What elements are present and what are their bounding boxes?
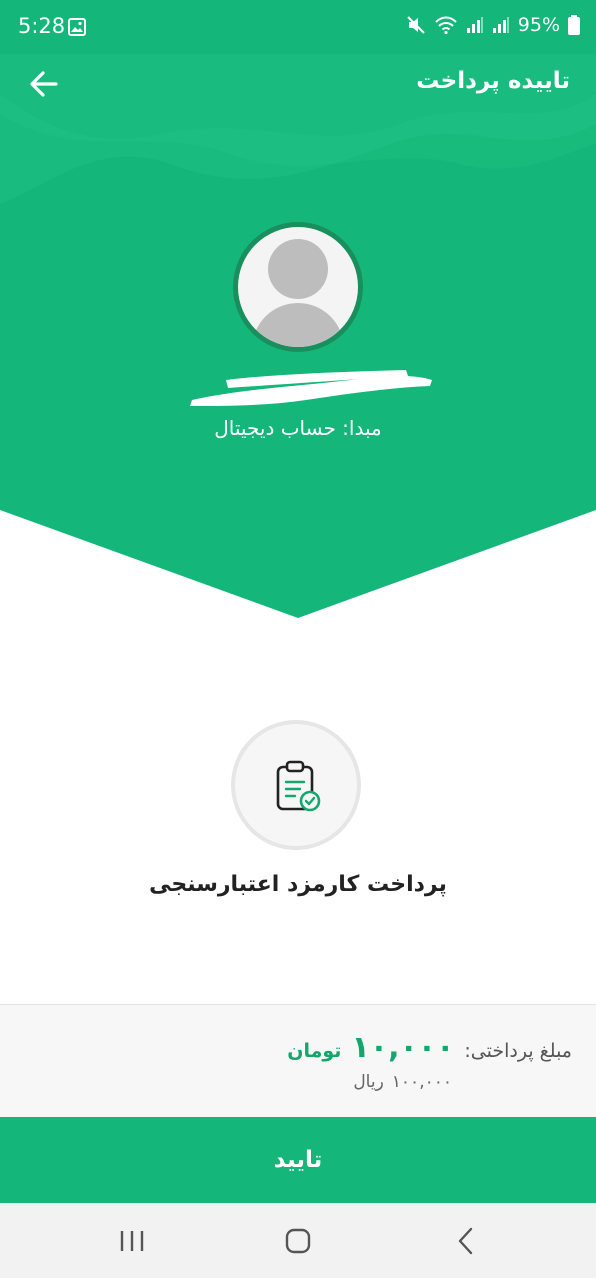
system-nav-bar: [0, 1203, 596, 1278]
recents-icon: [120, 1231, 144, 1251]
avatar-body: [252, 303, 344, 347]
redacted-account-name: [190, 370, 432, 406]
amount-value: ۱۰,۰۰۰: [351, 1030, 455, 1065]
status-time: 5:28: [18, 14, 66, 38]
back-arrow-icon: [30, 71, 58, 97]
rial-unit: ریال: [353, 1072, 384, 1092]
battery-percent: 95%: [517, 14, 560, 36]
status-icons: 95%: [406, 14, 580, 36]
battery-icon: [568, 15, 580, 35]
home-icon: [285, 1228, 311, 1254]
amount-unit: تومان: [287, 1040, 342, 1062]
source-account-label: مبدا: حساب دیجیتال: [214, 416, 382, 440]
confirm-button[interactable]: تایید: [0, 1117, 596, 1203]
mute-icon: [407, 16, 425, 34]
signal-icon: [466, 17, 483, 33]
amount-label: مبلغ پرداختی:: [464, 1040, 572, 1062]
image-icon: [68, 18, 86, 36]
signal-icon-2: [492, 17, 509, 33]
rial-row: ۱۰۰,۰۰۰ ریال: [353, 1072, 452, 1092]
nav-back-button[interactable]: [446, 1221, 486, 1261]
status-bar: 5:28 95%: [0, 0, 596, 54]
wifi-icon: [435, 16, 457, 35]
amount-row: مبلغ پرداختی: ۱۰,۰۰۰ تومان: [287, 1030, 572, 1065]
recents-button[interactable]: [112, 1221, 152, 1261]
avatar: [238, 227, 358, 347]
service-title: پرداخت کارمزد اعتبارسنجی: [149, 872, 447, 897]
back-button[interactable]: [24, 64, 64, 104]
rial-value: ۱۰۰,۰۰۰: [391, 1072, 452, 1092]
nav-back-icon: [458, 1227, 473, 1255]
avatar-head: [268, 239, 328, 299]
page-title: تاییده پرداخت: [416, 68, 570, 94]
home-button[interactable]: [278, 1221, 318, 1261]
clipboard-check-icon: [276, 760, 321, 812]
